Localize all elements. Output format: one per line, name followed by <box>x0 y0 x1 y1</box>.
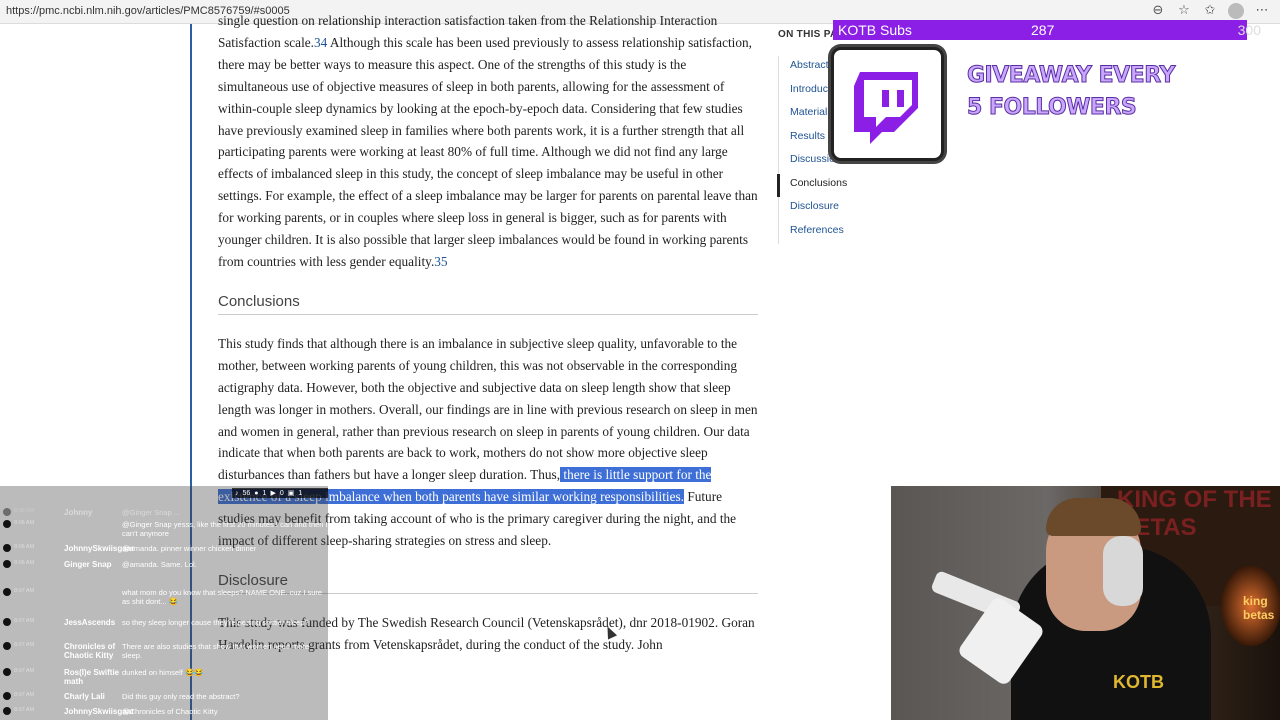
chat-text: dunked on himself 😂😂 <box>122 668 204 677</box>
browser-actions: ⊖ ☆ ✩ ⋯ <box>1150 3 1270 19</box>
para-text: This study finds that although there is … <box>218 335 758 483</box>
chat-text: @Ginger Snap yesss, like the first 20 mi… <box>122 520 328 538</box>
chat-time: 8:07 AM <box>14 668 35 674</box>
stat-value: 0 <box>279 489 284 497</box>
viewer-count: 56 <box>242 489 251 497</box>
platform-icon <box>3 588 11 596</box>
chat-user: Ginger Snap <box>64 560 112 569</box>
sub-goal-label: KOTB Subs <box>838 22 912 38</box>
chat-user: Johnny <box>64 508 93 517</box>
citation-link-34[interactable]: 34 <box>314 35 327 50</box>
streamer-hair <box>1046 498 1141 536</box>
more-menu-icon[interactable]: ⋯ <box>1254 3 1270 19</box>
nav-item-disclosure[interactable]: Disclosure <box>779 197 888 221</box>
twitch-icon: ▣ <box>287 490 295 497</box>
twitch-logo-panel <box>831 47 944 161</box>
para-text: single question on relationship interact… <box>218 13 657 28</box>
chat-message: 8:06 AM @Ginger Snap yesss, like the fir… <box>0 520 328 544</box>
chat-text: so they sleep longer cause they're getti… <box>122 618 309 627</box>
platform-icon <box>3 560 11 568</box>
citation-link-35[interactable]: 35 <box>434 254 447 269</box>
chat-message: 8:07 AM Chronicles of Chaotic Kitty Ther… <box>0 642 328 666</box>
chat-text: @amanda. Same. Lol. <box>122 560 197 569</box>
reader-mode-icon[interactable]: ⊖ <box>1150 3 1166 19</box>
giveaway-line2: 5 FOLLOWERS <box>967 95 1138 121</box>
favorites-bar-icon[interactable]: ✩ <box>1202 3 1218 19</box>
chat-message: 8:07 AM JohnnySkwiisgaar @Chronicles of … <box>0 707 328 720</box>
chat-time: 8:05 AM <box>14 508 35 514</box>
chat-time: 8:06 AM <box>14 520 35 526</box>
chat-text: Did this guy only read the abstract? <box>122 692 240 701</box>
giveaway-line1: GIVEAWAY EVERY <box>967 63 1176 89</box>
discussion-paragraph: single question on relationship interact… <box>218 10 758 273</box>
chat-time: 8:07 AM <box>14 707 35 713</box>
chat-user: JohnnySkwiisgaar <box>64 707 135 716</box>
chat-time: 8:07 AM <box>14 618 35 624</box>
chat-time: 8:07 AM <box>14 642 35 648</box>
chat-message: 8:07 AM JessAscends so they sleep longer… <box>0 618 328 642</box>
chat-time: 8:06 AM <box>14 560 35 566</box>
platform-icon <box>3 707 11 715</box>
chat-text: @Ginger Snap ... <box>122 508 181 517</box>
chat-text: @amanda. pinner winner chicken dinner <box>122 544 257 553</box>
stat-value: 1 <box>298 489 303 497</box>
chat-text: @Chronicles of Chaotic Kitty <box>122 707 218 716</box>
chat-stats: ♪ 56 ● 1 ▶ 0 ▣ 1 <box>232 488 328 498</box>
sub-goal-target: 300 <box>1237 22 1261 38</box>
chat-user: JohnnySkwiisgaar <box>64 544 135 553</box>
chat-message: 8:07 AM Ros(I)e Swiftie math dunked on h… <box>0 668 328 692</box>
sub-goal-current: 287 <box>1031 22 1055 38</box>
sign-text: KING OF THE BETAS <box>1117 486 1272 541</box>
nav-item-conclusions[interactable]: Conclusions <box>777 173 888 197</box>
chat-user: Charly Lali <box>64 692 105 701</box>
platform-icon <box>3 544 11 552</box>
chat-user: JessAscends <box>64 618 116 627</box>
chat-text: what mom do you know that sleeps? NAME O… <box>122 588 323 606</box>
conclusions-heading: Conclusions <box>218 293 758 315</box>
sub-goal-bar: KOTB Subs 287 300 <box>833 20 1261 40</box>
chat-time: 8:07 AM <box>14 692 35 698</box>
giveaway-banner: GIVEAWAY EVERY 5 FOLLOWERS <box>967 60 1176 124</box>
favorite-star-icon[interactable]: ☆ <box>1176 3 1192 19</box>
platform-icon <box>3 618 11 626</box>
platform-icon <box>3 692 11 700</box>
para-text: Although this scale has been used previo… <box>218 34 758 269</box>
chat-user: Ros(I)e Swiftie math <box>64 668 120 686</box>
chat-message: 8:07 AM what mom do you know that sleeps… <box>0 588 328 612</box>
webcam-feed: KING OF THE BETAS king betas KOTB <box>891 486 1280 720</box>
on-this-page-title: ON THIS PA <box>778 29 838 40</box>
chat-time: 8:06 AM <box>14 544 35 550</box>
chat-overlay: ♪ 56 ● 1 ▶ 0 ▣ 1 8:05 AM Johnny @Ginger Snap… <box>0 486 328 720</box>
platform-icon <box>3 642 11 650</box>
twitch-logo-icon <box>854 72 918 144</box>
platform-icon <box>3 520 11 528</box>
stat-value: 1 <box>262 489 267 497</box>
platform-icon <box>3 668 11 676</box>
shirt-logo: KOTB <box>1113 672 1164 692</box>
chat-text: There are also studies that show that wo… <box>122 642 310 660</box>
platform-icon <box>3 508 11 516</box>
youtube-icon: ▶ <box>270 490 276 497</box>
neon-sign-text: king betas <box>1243 594 1275 622</box>
tiktok-icon: ♪ <box>235 489 239 497</box>
chat-time: 8:07 AM <box>14 588 35 594</box>
chat-message: 8:06 AM Ginger Snap @amanda. Same. Lol. <box>0 560 328 584</box>
headphones <box>1103 536 1143 606</box>
chat-user: Chronicles of Chaotic Kitty <box>64 642 116 660</box>
profile-avatar[interactable] <box>1228 3 1244 19</box>
eye-icon: ● <box>254 489 259 497</box>
nav-item-references[interactable]: References <box>779 221 888 245</box>
